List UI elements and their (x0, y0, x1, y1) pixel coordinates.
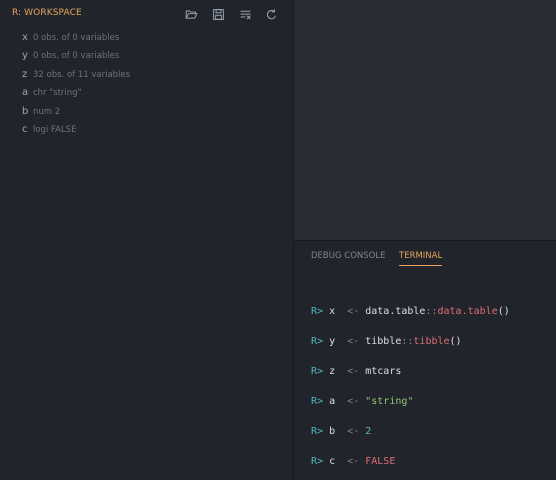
variable-name: a (22, 87, 29, 99)
code-token: tibble (413, 336, 450, 347)
variable-row[interactable]: z 32 obs. of 11 variables (0, 67, 293, 85)
clear-all-icon[interactable] (237, 6, 253, 22)
editor-area[interactable] (294, 0, 556, 240)
variable-description: chr "string" (33, 88, 82, 99)
assigned-variable: c (329, 456, 336, 467)
variable-name: x (22, 32, 28, 43)
tab-terminal[interactable]: TERMINAL (399, 251, 442, 261)
variable-description: num 2 (33, 106, 61, 117)
active-tab-indicator (399, 265, 442, 266)
code-token: :: (401, 336, 414, 347)
variable-description: logi FALSE (33, 124, 77, 135)
workspace-header: R: WORKSPACE (0, 0, 293, 28)
variable-description: 32 obs. of 11 variables (33, 69, 131, 80)
code-token: () (497, 306, 510, 317)
terminal-output[interactable]: R> x <- data.table::data.table() R> y <- … (294, 297, 556, 480)
variable-row[interactable]: x 0 obs. of 0 variables (0, 30, 293, 48)
variable-row[interactable]: a chr "string" (0, 85, 293, 103)
terminal-prompt: R> (311, 306, 324, 317)
save-icon[interactable] (210, 6, 226, 22)
assignment-operator: <- (347, 456, 360, 467)
variable-description: 0 obs. of 0 variables (33, 51, 120, 62)
variable-name: c (22, 123, 28, 135)
bottom-panel: DEBUG CONSOLE TERMINAL R> x <- data.tabl… (294, 241, 556, 480)
assigned-variable: y (329, 336, 336, 347)
code-token: mtcars (365, 366, 402, 377)
terminal-prompt: R> (311, 366, 324, 377)
assignment-operator: <- (347, 426, 360, 437)
variable-name: y (22, 50, 28, 62)
terminal-prompt: R> (311, 336, 324, 347)
code-token: "string" (365, 396, 414, 407)
variable-list: x 0 obs. of 0 variables y 0 obs. of 0 varia… (0, 30, 293, 140)
code-token: FALSE (365, 456, 396, 467)
code-token: :: (425, 306, 438, 317)
variable-name: z (22, 68, 28, 80)
variable-description: 0 obs. of 0 variables (33, 33, 120, 43)
code-token: data.table (437, 306, 498, 317)
workspace-title: R: WORKSPACE (12, 8, 82, 18)
assigned-variable: b (329, 426, 336, 437)
assigned-variable: z (329, 366, 336, 377)
terminal-line: R> a <- "string" (311, 396, 413, 410)
variable-row[interactable]: y 0 obs. of 0 variables (0, 48, 293, 66)
terminal-line: R> c <- FALSE (311, 456, 395, 470)
terminal-line: R> z <- mtcars (311, 366, 401, 380)
assignment-operator: <- (347, 396, 360, 407)
code-token: () (449, 336, 462, 347)
variable-row[interactable]: b num 2 (0, 104, 293, 122)
assigned-variable: x (329, 306, 336, 317)
code-token: tibble (365, 336, 402, 347)
folder-open-icon[interactable] (183, 6, 199, 22)
assignment-operator: <- (347, 306, 360, 317)
code-token: 2 (365, 426, 372, 437)
variable-name: b (22, 105, 29, 117)
terminal-line: R> x <- data.table::data.table() (311, 306, 510, 320)
tab-debug-console[interactable]: DEBUG CONSOLE (311, 251, 385, 261)
terminal-line: R> b <- 2 (311, 426, 371, 440)
refresh-icon[interactable] (263, 6, 279, 22)
assignment-operator: <- (347, 336, 360, 347)
terminal-line: R> y <- tibble::tibble() (311, 336, 462, 350)
assigned-variable: a (329, 396, 336, 407)
assignment-operator: <- (347, 366, 360, 377)
terminal-prompt: R> (311, 456, 324, 467)
code-token: data.table (365, 306, 426, 317)
variable-row[interactable]: c logi FALSE (0, 122, 293, 140)
terminal-prompt: R> (311, 426, 324, 437)
terminal-prompt: R> (311, 396, 324, 407)
workspace-panel: R: WORKSPACE x 0 obs. of 0 variables y 0… (0, 0, 293, 480)
